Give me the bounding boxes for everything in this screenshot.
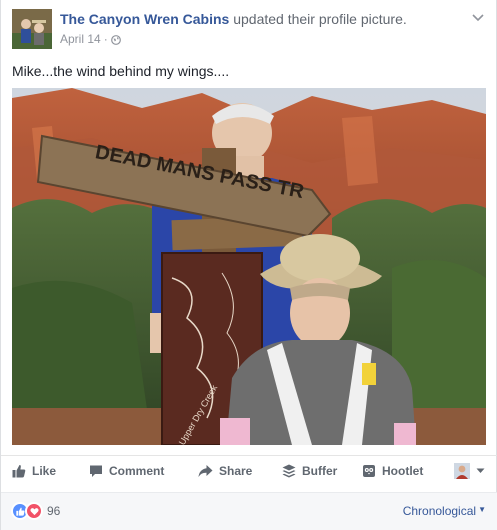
hootlet-button[interactable]: Hootlet [362, 464, 423, 478]
post-photo[interactable]: DEAD MANS PASS TR Upper Dry Creek [12, 88, 486, 445]
share-label: Share [219, 464, 253, 478]
post-as-avatar [454, 463, 470, 479]
post-as-selector[interactable] [454, 463, 485, 479]
hootlet-label: Hootlet [382, 464, 424, 478]
chevron-down-icon [476, 468, 485, 473]
hootlet-icon [363, 465, 375, 477]
page-avatar[interactable] [12, 9, 52, 49]
comment-icon [90, 465, 102, 477]
sort-label: Chronological [402, 504, 477, 518]
post-message: Mike...the wind behind my wings.... [12, 63, 230, 79]
post-actions-bar: Like Comment Share Buffer Hootlet [1, 455, 497, 489]
caret-down-icon: ▼ [478, 505, 486, 514]
post-header: The Canyon Wren Cabins updated their pro… [12, 9, 486, 51]
date-separator: · [103, 32, 108, 46]
like-label: Like [32, 464, 57, 478]
reactions-summary[interactable]: 96 [11, 502, 60, 520]
comment-label: Comment [109, 464, 165, 478]
share-button[interactable]: Share [198, 464, 252, 478]
like-button[interactable]: Like [12, 464, 56, 478]
buffer-button[interactable]: Buffer [282, 464, 337, 478]
share-icon [198, 465, 213, 477]
comment-sort-dropdown[interactable]: Chronological ▼ [403, 504, 486, 518]
buffer-icon [282, 464, 296, 478]
post-card: The Canyon Wren Cabins updated their pro… [0, 0, 497, 530]
reaction-count: 96 [47, 504, 61, 518]
comment-button[interactable]: Comment [89, 464, 164, 478]
post-date[interactable]: April 14 [60, 32, 101, 46]
chevron-down-icon[interactable] [470, 9, 486, 25]
page-name-link[interactable]: The Canyon Wren Cabins [60, 11, 229, 27]
post-meta: The Canyon Wren Cabins updated their pro… [60, 10, 462, 46]
globe-icon [110, 34, 121, 45]
like-icon [12, 464, 26, 478]
post-footer: 96 Chronological ▼ [1, 492, 497, 530]
buffer-label: Buffer [302, 464, 338, 478]
post-title-line: The Canyon Wren Cabins updated their pro… [60, 10, 462, 28]
heart-icon [25, 502, 43, 520]
post-action-text: updated their profile picture. [233, 11, 407, 27]
post-subline: April 14 · [60, 32, 462, 46]
